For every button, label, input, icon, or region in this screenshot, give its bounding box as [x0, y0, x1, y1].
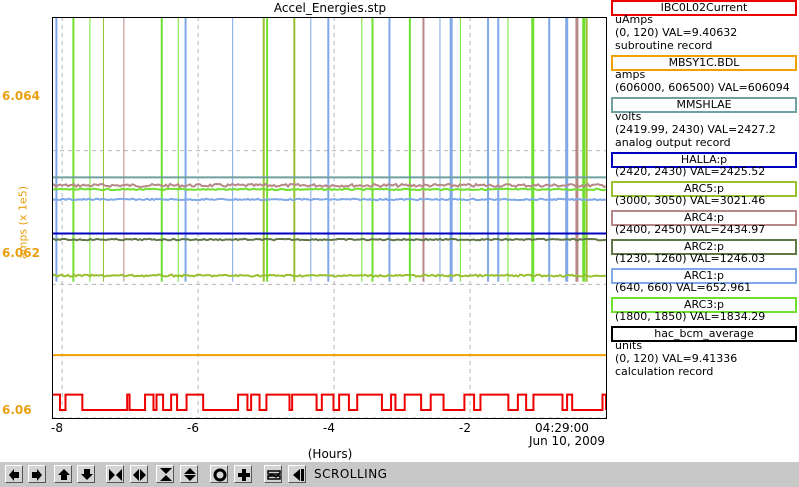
jump-to-end-icon — [293, 469, 304, 481]
legend-entry-detail: (1800, 1850) VAL=1834.29 — [615, 310, 766, 323]
reset-zoom-icon — [238, 469, 250, 481]
legend-entry-detail: analog output record — [615, 136, 731, 149]
zoom-in-y-button[interactable] — [156, 465, 174, 483]
chart-spike — [160, 17, 163, 282]
auto-scale-button[interactable] — [210, 465, 228, 483]
legend-entry-detail: (3000, 3050) VAL=3021.46 — [615, 194, 766, 207]
x-tick-label: -2 — [459, 421, 471, 435]
x-tick-label: -6 — [187, 421, 199, 435]
chart-spike — [310, 17, 312, 282]
chart-spike — [497, 17, 500, 282]
jump-to-end-button[interactable] — [288, 465, 306, 483]
legend-entry-detail: calculation record — [615, 365, 714, 378]
y-tick-label: 6.064 — [2, 89, 40, 103]
chart-spike — [585, 17, 588, 282]
pan-right-icon — [32, 469, 42, 481]
chart-spike — [487, 17, 490, 282]
chart-spike — [388, 17, 391, 282]
x-axis-end-time: 04:29:00 — [535, 421, 589, 435]
series-line-arc2p — [52, 237, 606, 242]
zoom-out-x-icon — [133, 469, 146, 481]
zoom-out-x-button[interactable] — [130, 465, 148, 483]
plot-title: Accel_Energies.stp — [273, 1, 387, 15]
scroll-mode-label: SCROLLING — [314, 467, 388, 481]
pan-up-button[interactable] — [54, 465, 72, 483]
legend-entry-detail: (640, 660) VAL=652.961 — [615, 281, 752, 294]
pan-left-icon — [9, 469, 19, 481]
series-line-arc3p — [52, 187, 606, 192]
chart-spike — [459, 17, 461, 282]
legend-entry-detail: (2419.99, 2430) VAL=2427.2 — [615, 123, 776, 136]
legend-entry-detail: (2420, 2430) VAL=2425.52 — [615, 165, 766, 178]
auto-scale-icon — [213, 468, 227, 482]
chart-spike — [439, 17, 441, 282]
y-axis-label: amps (x 1e5) — [16, 185, 30, 260]
legend-entry-detail: uAmps — [615, 13, 653, 26]
legend-entry-detail: (1230, 1260) VAL=1246.03 — [615, 252, 766, 265]
chart-spike — [371, 17, 374, 282]
chart-spike — [184, 17, 187, 282]
zoom-in-x-button[interactable] — [106, 465, 124, 483]
series-line-arc1p — [52, 197, 606, 202]
chart-spike — [361, 17, 363, 282]
legend-entry-detail: amps — [615, 68, 646, 81]
pan-up-icon — [58, 469, 70, 480]
zoom-out-y-icon — [184, 468, 196, 481]
scroll-toggle-icon — [267, 470, 281, 480]
reset-zoom-button[interactable] — [234, 465, 252, 483]
chart-spike — [548, 17, 551, 282]
plot-canvas — [52, 17, 606, 418]
legend-entry-detail: units — [615, 339, 643, 352]
chart-spike — [531, 17, 535, 282]
chart-spike — [232, 17, 234, 282]
scroll-toggle-button[interactable] — [264, 465, 282, 483]
toolbar: SCROLLING — [0, 461, 799, 487]
legend-entry-detail: (0, 120) VAL=9.41336 — [615, 352, 738, 365]
y-tick-label: 6.06 — [2, 403, 32, 417]
pan-left-button[interactable] — [5, 465, 23, 483]
legend-entry-detail: (606000, 606500) VAL=606094 — [615, 81, 790, 94]
x-axis-end-date: Jun 10, 2009 — [528, 434, 605, 448]
zoom-in-y-icon — [160, 468, 172, 481]
chart-spike — [177, 17, 179, 282]
legend-entry-detail: volts — [615, 110, 642, 123]
chart-spike — [507, 17, 509, 282]
chart-spike — [422, 17, 425, 282]
x-tick-label: -8 — [51, 421, 63, 435]
legend-entry-detail: (2400, 2450) VAL=2434.97 — [615, 223, 766, 236]
zoom-out-y-button[interactable] — [180, 465, 198, 483]
chart-spike — [565, 17, 569, 282]
chart-spike — [575, 17, 579, 282]
chart-spike — [262, 17, 265, 282]
chart-spike — [102, 17, 104, 282]
chart-spike — [582, 17, 586, 282]
plot-area[interactable] — [52, 17, 606, 418]
chart-spike — [72, 17, 75, 282]
series-line-ibc0l02current — [52, 393, 606, 411]
chart-spike — [89, 17, 91, 282]
chart-spike — [293, 17, 296, 282]
pan-down-icon — [81, 469, 93, 480]
chart-spike — [327, 17, 330, 282]
pan-right-button[interactable] — [28, 465, 46, 483]
x-axis-label: (Hours) — [307, 447, 353, 461]
chart-spike — [266, 17, 269, 282]
legend-entry-detail: (0, 120) VAL=9.40632 — [615, 26, 738, 39]
pan-down-button[interactable] — [77, 465, 95, 483]
chart-spike — [123, 17, 125, 282]
chart-spike — [55, 17, 58, 282]
zoom-in-x-icon — [109, 469, 122, 481]
legend-entry-detail: subroutine record — [615, 39, 713, 52]
x-tick-label: -4 — [323, 421, 335, 435]
chart-spike — [408, 17, 411, 282]
series-line-arc5p — [52, 273, 606, 279]
chart-spike — [449, 17, 453, 282]
